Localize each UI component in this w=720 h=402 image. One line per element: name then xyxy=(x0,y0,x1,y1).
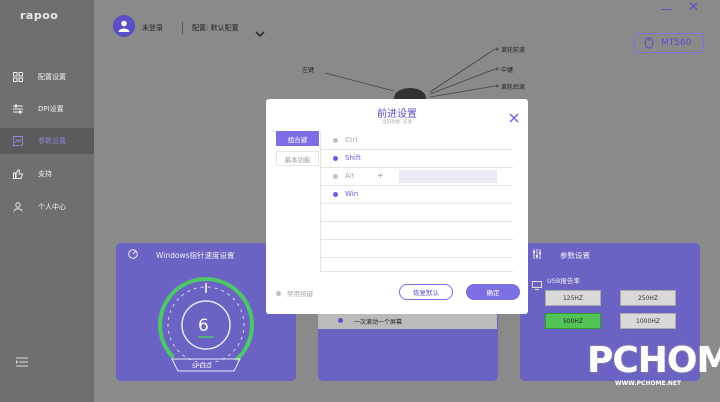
sidebar: rapoo 配置设置 DPI设置 参数设置 支持 个人中心 xyxy=(0,0,94,402)
key-input-field[interactable] xyxy=(399,170,497,183)
pchome-watermark: PCHOME xyxy=(587,340,720,381)
rapoo-logo: rapoo xyxy=(20,9,59,22)
adjust-icon xyxy=(532,249,542,259)
empty-row xyxy=(321,240,513,258)
scroll-option-row[interactable]: 一次滚动一个屏幕 xyxy=(318,313,497,329)
mouse-label-scroll-forward[interactable]: 滚轮前滚 xyxy=(501,45,525,54)
rate-1000-button[interactable]: 1000HZ xyxy=(620,313,676,329)
scroll-option-label: 一次滚动一个屏幕 xyxy=(354,319,403,326)
rate-250-button[interactable]: 250HZ xyxy=(620,290,676,306)
sidebar-item-label: 配置设置 xyxy=(38,73,66,81)
plus-sign: + xyxy=(377,171,384,180)
panel-title: Windows指针速度设置 xyxy=(156,251,235,260)
key-radio[interactable] xyxy=(333,174,338,179)
key-option-ctrl[interactable]: Ctrl xyxy=(321,132,513,150)
panel-header: 参数设置 xyxy=(520,243,700,265)
restore-default-button[interactable]: 恢复默认 xyxy=(399,284,453,300)
scroll-option-radio[interactable] xyxy=(338,318,343,323)
dialog-title: 前进设置 xyxy=(377,109,417,120)
sidebar-item-label: 支持 xyxy=(38,170,52,178)
key-option-win[interactable]: Win xyxy=(321,186,513,204)
key-label: Shift xyxy=(345,154,361,162)
rate-500-button[interactable]: 500HZ xyxy=(545,313,601,329)
collapse-menu-icon[interactable] xyxy=(16,352,28,367)
empty-row xyxy=(321,222,513,240)
key-radio[interactable] xyxy=(333,192,338,197)
key-radio[interactable] xyxy=(333,138,338,143)
sidebar-item-config[interactable]: 配置设置 xyxy=(0,64,94,90)
speed-gauge-label: SPEED xyxy=(192,363,212,370)
tab-basic-function[interactable]: 基本功能 xyxy=(276,151,319,166)
sidebar-item-label: 参数设置 xyxy=(38,137,66,145)
sidebar-item-label: DPI设置 xyxy=(38,105,64,113)
sidebar-item-profile[interactable]: 个人中心 xyxy=(0,194,94,220)
speed-icon xyxy=(128,249,138,259)
user-icon xyxy=(13,202,23,212)
disable-radio[interactable] xyxy=(276,290,281,296)
confirm-button[interactable]: 确定 xyxy=(466,284,520,300)
disable-label: 禁用按键 xyxy=(287,290,313,298)
key-list: Ctrl Shift Alt + Win xyxy=(320,132,513,272)
sidebar-item-params[interactable]: 参数设置 xyxy=(0,128,94,154)
forward-settings-dialog: 前进设置 当前功能: 前进 组合键 基本功能 Ctrl Shift Alt + xyxy=(266,99,528,314)
tab-combo-keys[interactable]: 组合键 xyxy=(276,131,319,146)
pchome-url: WWW.PCHOME.NET xyxy=(615,380,682,387)
chart-icon xyxy=(13,136,23,146)
key-label: Alt xyxy=(345,172,355,180)
thumbs-up-icon xyxy=(13,169,23,179)
empty-row xyxy=(321,204,513,222)
key-radio[interactable] xyxy=(333,156,338,161)
key-label: Ctrl xyxy=(345,136,358,144)
empty-row xyxy=(321,258,513,272)
dialog-subtitle: 当前功能: 前进 xyxy=(382,120,412,125)
mouse-label-middle[interactable]: 中键 xyxy=(501,65,513,74)
usb-icon xyxy=(532,275,542,294)
key-option-shift[interactable]: Shift xyxy=(321,150,513,168)
sliders-icon xyxy=(13,104,23,114)
mouse-label-left[interactable]: 左键 xyxy=(302,65,314,74)
sidebar-item-dpi[interactable]: DPI设置 xyxy=(0,96,94,122)
key-option-alt[interactable]: Alt + xyxy=(321,168,513,186)
usb-report-label: USB报告率 xyxy=(547,277,580,285)
panel-title: 参数设置 xyxy=(560,251,590,260)
mouse-label-scroll-back[interactable]: 滚轮后滚 xyxy=(501,82,525,91)
disable-key-option[interactable]: 禁用按键 xyxy=(276,288,313,298)
rate-125-button[interactable]: 125HZ xyxy=(545,290,601,306)
sidebar-item-support[interactable]: 支持 xyxy=(0,161,94,187)
close-icon[interactable] xyxy=(508,109,520,123)
sidebar-item-label: 个人中心 xyxy=(38,203,66,211)
key-label: Win xyxy=(345,190,359,198)
speed-value: 6 xyxy=(198,316,209,336)
grid-icon xyxy=(13,72,23,82)
